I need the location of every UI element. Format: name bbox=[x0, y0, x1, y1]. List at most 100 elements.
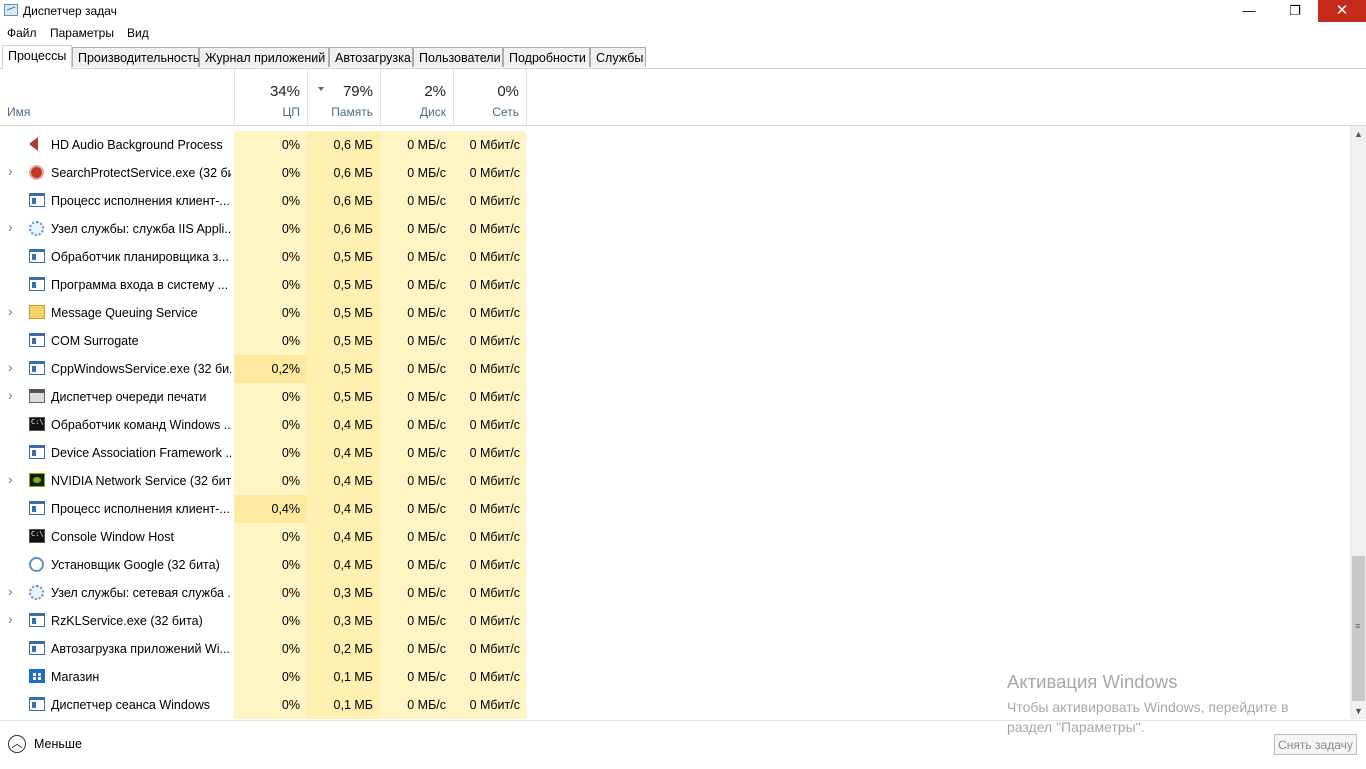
process-name: Установщик Google (32 бита) bbox=[51, 558, 220, 572]
process-cpu: 0% bbox=[281, 446, 300, 460]
table-row[interactable]: › SearchProtectService.exe (32 би... 0% 0,6… bbox=[0, 159, 1350, 187]
expand-chevron-icon[interactable]: › bbox=[8, 303, 13, 319]
table-row[interactable]: Процесс исполнения клиент-... 0,4% 0,4 МБ 0… bbox=[0, 495, 1350, 523]
tab-performance[interactable]: Производительность bbox=[72, 47, 199, 67]
tab-processes[interactable]: Процессы bbox=[2, 45, 72, 69]
process-mem: 0,5 МБ bbox=[333, 334, 373, 348]
table-row[interactable]: COM Surrogate 0% 0,5 МБ 0 МБ/с 0 Мбит/с bbox=[0, 327, 1350, 355]
scroll-up-icon[interactable]: ▲ bbox=[1351, 126, 1366, 142]
process-mem: 0,4 МБ bbox=[333, 418, 373, 432]
less-details-link[interactable]: Меньше bbox=[34, 737, 82, 751]
process-name: Message Queuing Service bbox=[51, 306, 198, 320]
process-cpu: 0% bbox=[281, 138, 300, 152]
process-name: Диспетчер очереди печати bbox=[51, 390, 207, 404]
column-memory[interactable]: 79% Память bbox=[307, 69, 380, 125]
process-disk: 0 МБ/с bbox=[407, 446, 446, 460]
less-details-icon[interactable]: ︿ bbox=[8, 735, 26, 753]
process-name: Диспетчер сеанса Windows bbox=[51, 698, 211, 712]
tab-services[interactable]: Службы bbox=[590, 47, 646, 67]
process-net: 0 Мбит/с bbox=[469, 250, 520, 264]
process-disk: 0 МБ/с bbox=[407, 138, 446, 152]
table-row[interactable]: › Узел службы: служба IIS Appli... 0% 0,6 М… bbox=[0, 215, 1350, 243]
process-disk: 0 МБ/с bbox=[407, 306, 446, 320]
footer: ︿ Меньше Снять задачу bbox=[0, 720, 1366, 769]
process-cpu: 0% bbox=[281, 474, 300, 488]
process-disk: 0 МБ/с bbox=[407, 194, 446, 208]
process-net: 0 Мбит/с bbox=[469, 334, 520, 348]
table-row[interactable]: Процесс исполнения клиент-... 0% 0,6 МБ 0 М… bbox=[0, 187, 1350, 215]
tab-app-history[interactable]: Журнал приложений bbox=[199, 47, 329, 67]
close-button[interactable]: ✕ bbox=[1318, 0, 1366, 22]
table-row[interactable]: Device Association Framework ... 0% 0,4 МБ… bbox=[0, 439, 1350, 467]
table-row[interactable]: › NVIDIA Network Service (32 бита) 0% 0,4 М… bbox=[0, 467, 1350, 495]
google-installer-icon bbox=[29, 557, 44, 572]
tab-details[interactable]: Подробности bbox=[503, 47, 590, 67]
table-row[interactable]: Обработчик планировщика з... 0% 0,5 МБ 0 МБ… bbox=[0, 243, 1350, 271]
process-name: CppWindowsService.exe (32 би... bbox=[51, 362, 231, 376]
app-window-icon bbox=[29, 641, 45, 655]
process-mem: 0,5 МБ bbox=[333, 362, 373, 376]
expand-chevron-icon[interactable]: › bbox=[8, 359, 13, 375]
tab-users[interactable]: Пользователи bbox=[413, 47, 503, 67]
table-row[interactable]: › CppWindowsService.exe (32 би... 0,2% 0,5 … bbox=[0, 355, 1350, 383]
cpu-total: 34% bbox=[269, 83, 300, 100]
process-disk: 0 МБ/с bbox=[407, 334, 446, 348]
printer-icon bbox=[29, 389, 45, 403]
disk-label: Диск bbox=[419, 105, 446, 119]
process-cpu: 0% bbox=[281, 278, 300, 292]
process-disk: 0 МБ/с bbox=[407, 222, 446, 236]
column-network[interactable]: 0% Сеть bbox=[453, 69, 526, 125]
service-gear-icon bbox=[29, 221, 44, 236]
process-mem: 0,5 МБ bbox=[333, 250, 373, 264]
process-net: 0 Мбит/с bbox=[469, 418, 520, 432]
menu-options[interactable]: Параметры bbox=[50, 26, 114, 40]
column-disk[interactable]: 2% Диск bbox=[380, 69, 453, 125]
process-disk: 0 МБ/с bbox=[407, 362, 446, 376]
expand-chevron-icon[interactable]: › bbox=[8, 219, 13, 235]
end-task-button[interactable]: Снять задачу bbox=[1274, 734, 1357, 755]
table-row[interactable]: Программа входа в систему ... 0% 0,5 МБ 0 М… bbox=[0, 271, 1350, 299]
process-cpu: 0% bbox=[281, 614, 300, 628]
tab-startup[interactable]: Автозагрузка bbox=[329, 47, 413, 67]
process-name: Процесс исполнения клиент-... bbox=[51, 502, 230, 516]
scroll-down-icon[interactable]: ▼ bbox=[1351, 703, 1366, 719]
column-name[interactable]: Имя bbox=[7, 105, 30, 119]
table-row[interactable]: Console Window Host 0% 0,4 МБ 0 МБ/с 0 Мбит/… bbox=[0, 523, 1350, 551]
app-window-icon bbox=[29, 277, 45, 291]
process-mem: 0,4 МБ bbox=[333, 446, 373, 460]
expand-chevron-icon[interactable]: › bbox=[8, 387, 13, 403]
service-gear-icon bbox=[29, 585, 44, 600]
table-row[interactable]: › Узел службы: сетевая служба ... 0% 0,3 МБ… bbox=[0, 579, 1350, 607]
process-cpu: 0% bbox=[281, 642, 300, 656]
menu-file[interactable]: Файл bbox=[7, 26, 37, 40]
table-row[interactable]: Автозагрузка приложений Wi... 0% 0,2 МБ 0 М… bbox=[0, 635, 1350, 663]
table-row[interactable]: HD Audio Background Process 0% 0,6 МБ 0 МБ/… bbox=[0, 131, 1350, 159]
process-net: 0 Мбит/с bbox=[469, 390, 520, 404]
table-row[interactable]: › RzKLService.exe (32 бита) 0% 0,3 МБ 0 МБ/с… bbox=[0, 607, 1350, 635]
column-cpu[interactable]: 34% ЦП bbox=[234, 69, 307, 125]
table-row[interactable]: Обработчик команд Windows ... 0% 0,4 МБ 0 М… bbox=[0, 411, 1350, 439]
vertical-scrollbar[interactable]: ▲ ≡ ▼ bbox=[1350, 126, 1366, 719]
process-disk: 0 МБ/с bbox=[407, 614, 446, 628]
minimize-button[interactable]: — bbox=[1226, 0, 1272, 22]
expand-chevron-icon[interactable]: › bbox=[8, 611, 13, 627]
menu-view[interactable]: Вид bbox=[127, 26, 149, 40]
table-row[interactable]: › Message Queuing Service 0% 0,5 МБ 0 МБ/с 0 … bbox=[0, 299, 1350, 327]
process-name: SearchProtectService.exe (32 би... bbox=[51, 166, 231, 180]
table-row[interactable]: Установщик Google (32 бита) 0% 0,4 МБ 0 МБ/… bbox=[0, 551, 1350, 579]
app-window-icon bbox=[29, 445, 45, 459]
maximize-button[interactable]: ❐ bbox=[1272, 0, 1318, 22]
process-mem: 0,4 МБ bbox=[333, 530, 373, 544]
expand-chevron-icon[interactable]: › bbox=[8, 163, 13, 179]
tab-strip: Процессы Производительность Журнал прило… bbox=[0, 45, 1366, 69]
app-window-icon bbox=[29, 361, 45, 375]
process-name: NVIDIA Network Service (32 бита) bbox=[51, 474, 231, 488]
process-disk: 0 МБ/с bbox=[407, 502, 446, 516]
table-row[interactable]: › Диспетчер очереди печати 0% 0,5 МБ 0 МБ/с 0… bbox=[0, 383, 1350, 411]
store-icon bbox=[29, 669, 45, 683]
process-name: Обработчик планировщика з... bbox=[51, 250, 229, 264]
expand-chevron-icon[interactable]: › bbox=[8, 471, 13, 487]
expand-chevron-icon[interactable]: › bbox=[8, 583, 13, 599]
memory-label: Память bbox=[331, 105, 373, 119]
process-mem: 0,6 МБ bbox=[333, 166, 373, 180]
